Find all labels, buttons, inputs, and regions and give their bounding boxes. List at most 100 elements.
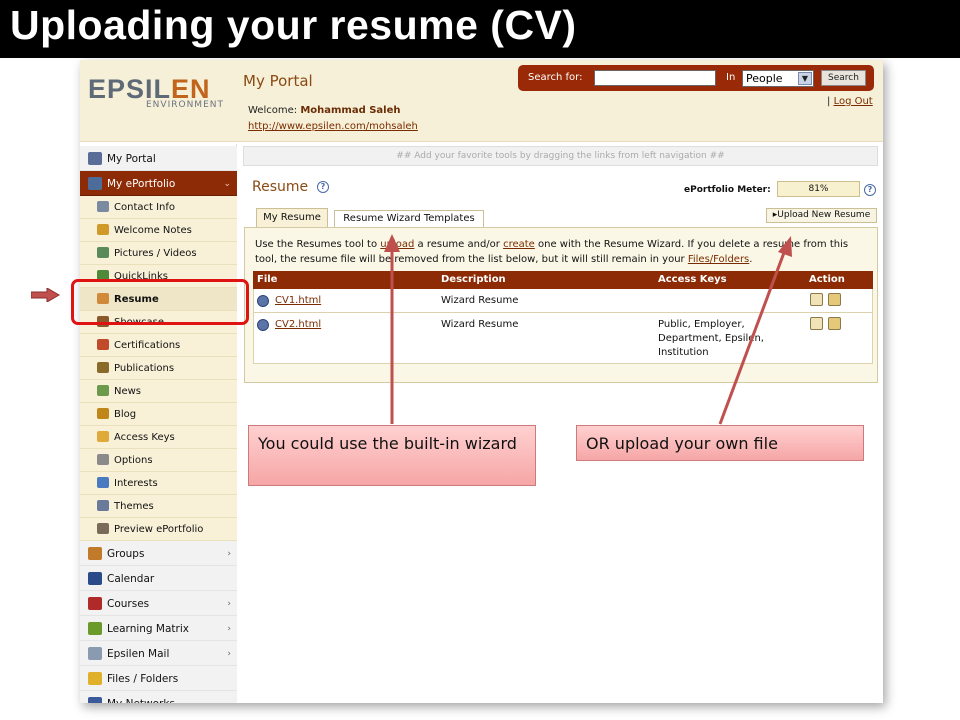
sidebar-item-label: Access Keys: [114, 432, 175, 443]
sidebar-item-blog[interactable]: Blog: [80, 403, 237, 426]
file-description: Wizard Resume: [441, 319, 519, 330]
upload-new-resume-button[interactable]: ▸Upload New Resume: [766, 208, 877, 223]
sidebar-item-my-portal[interactable]: My Portal: [80, 146, 237, 171]
resume-highlight-box: [71, 279, 249, 325]
sidebar-item-calendar[interactable]: Calendar: [80, 566, 237, 591]
tab-resume-wizard-templates[interactable]: Resume Wizard Templates: [334, 210, 484, 227]
file-link[interactable]: CV1.html: [275, 295, 321, 306]
sidebar-item-label: News: [114, 386, 142, 397]
sidebar-item-epsilen-mail[interactable]: Epsilen Mail ›: [80, 641, 237, 666]
chevron-down-icon: ▼: [798, 72, 812, 85]
courses-icon: [88, 597, 102, 610]
intro-text: Use the Resumes tool to upload a resume …: [255, 237, 865, 267]
callout-wizard: You could use the built-in wizard: [248, 425, 536, 486]
intro-text-2: a resume and/or: [414, 239, 504, 250]
meter-help-icon[interactable]: ?: [864, 184, 876, 196]
sidebar-item-contact-info[interactable]: Contact Info: [80, 196, 237, 219]
sidebar-item-publications[interactable]: Publications: [80, 357, 237, 380]
html-file-icon: [257, 319, 269, 331]
tab-my-resume[interactable]: My Resume: [256, 208, 328, 227]
epsilen-logo[interactable]: EPSILEN ENVIRONMENT: [88, 74, 223, 110]
intro-text-4: .: [749, 254, 753, 265]
blog-icon: [97, 408, 109, 419]
sidebar-item-label: Files / Folders: [107, 673, 179, 685]
eportfolio-meter-label: ePortfolio Meter:: [684, 185, 771, 195]
sidebar-item-learning-matrix[interactable]: Learning Matrix ›: [80, 616, 237, 641]
delete-icon[interactable]: [828, 293, 841, 306]
interests-icon: [97, 477, 109, 488]
my-networks-icon: [88, 697, 102, 703]
chevron-right-icon: ›: [227, 649, 231, 659]
options-icon: [97, 454, 109, 465]
upload-link[interactable]: upload: [380, 239, 414, 250]
sidebar-item-label: Calendar: [107, 573, 155, 585]
sidebar-item-pictures-videos[interactable]: Pictures / Videos: [80, 242, 237, 265]
search-button[interactable]: Search: [821, 70, 866, 86]
sidebar-item-label: Learning Matrix: [107, 623, 189, 635]
user-name: Mohammad Saleh: [300, 105, 401, 116]
column-header-action: Action: [809, 274, 845, 285]
sidebar-nav: My Portal My ePortfolio ⌄ Contact Info Welco…: [80, 144, 237, 703]
sidebar-item-welcome-notes[interactable]: Welcome Notes: [80, 219, 237, 242]
file-link[interactable]: CV2.html: [275, 319, 321, 330]
slide-title-bar: Uploading your resume (CV): [0, 0, 960, 58]
resume-table-header: File Description Access Keys Action: [253, 271, 873, 289]
sidebar-item-label: Welcome Notes: [114, 225, 192, 236]
favorite-tools-strip[interactable]: ## Add your favorite tools by dragging t…: [243, 146, 878, 166]
learning-matrix-icon: [88, 622, 102, 635]
edit-icon[interactable]: [810, 317, 823, 330]
sidebar-item-groups[interactable]: Groups ›: [80, 541, 237, 566]
logo-subtitle: ENVIRONMENT: [146, 100, 224, 110]
edit-icon[interactable]: [810, 293, 823, 306]
access-keys-icon: [97, 431, 109, 442]
welcome-text: Welcome: Mohammad Saleh: [248, 105, 401, 116]
sidebar-item-label: Courses: [107, 598, 150, 610]
sidebar-item-files-folders[interactable]: Files / Folders: [80, 666, 237, 691]
my-portal-icon: [88, 152, 102, 165]
sidebar-item-label: My Networks: [107, 698, 175, 703]
sidebar-item-interests[interactable]: Interests: [80, 472, 237, 495]
sidebar-item-courses[interactable]: Courses ›: [80, 591, 237, 616]
sidebar-item-label: Certifications: [114, 340, 181, 351]
sidebar-item-preview-eportfolio[interactable]: Preview ePortfolio: [80, 518, 237, 541]
files-folders-link[interactable]: Files/Folders: [688, 254, 749, 265]
preview-eportfolio-icon: [97, 523, 109, 534]
themes-icon: [97, 500, 109, 511]
contact-info-icon: [97, 201, 109, 212]
groups-icon: [88, 547, 102, 560]
sidebar-item-access-keys[interactable]: Access Keys: [80, 426, 237, 449]
sidebar-item-news[interactable]: News: [80, 380, 237, 403]
create-link[interactable]: create: [503, 239, 535, 250]
search-scope-value: People: [746, 72, 783, 85]
sidebar-item-label: My ePortfolio: [107, 178, 176, 190]
welcome-notes-icon: [97, 224, 109, 235]
sidebar-item-my-networks[interactable]: My Networks: [80, 691, 237, 703]
sidebar-item-label: Options: [114, 455, 153, 466]
sidebar-item-themes[interactable]: Themes: [80, 495, 237, 518]
help-icon[interactable]: ?: [317, 181, 329, 193]
resume-panel: Use the Resumes tool to upload a resume …: [244, 227, 878, 383]
calendar-icon: [88, 572, 102, 585]
table-row: CV2.html Wizard Resume Public, Employer,…: [253, 313, 873, 364]
sidebar-item-label: Pictures / Videos: [114, 248, 197, 259]
sidebar-item-label: Blog: [114, 409, 137, 420]
pointer-arrow-icon: [31, 288, 60, 302]
section-title: Resume: [252, 179, 309, 195]
search-scope-select[interactable]: People ▼: [742, 70, 814, 87]
search-input[interactable]: [594, 70, 716, 86]
app-header: EPSILEN ENVIRONMENT My Portal Welcome: M…: [80, 60, 883, 142]
my-eportfolio-icon: [88, 177, 102, 190]
html-file-icon: [257, 295, 269, 307]
publications-icon: [97, 362, 109, 373]
logout-link[interactable]: Log Out: [834, 96, 873, 107]
sidebar-item-label: Preview ePortfolio: [114, 524, 204, 535]
chevron-right-icon: ›: [227, 599, 231, 609]
sidebar-item-options[interactable]: Options: [80, 449, 237, 472]
user-url-link[interactable]: http://www.epsilen.com/mohsaleh: [248, 121, 418, 132]
screenshot-frame: EPSILEN ENVIRONMENT My Portal Welcome: M…: [80, 60, 883, 703]
sidebar-item-my-eportfolio[interactable]: My ePortfolio ⌄: [80, 171, 237, 196]
search-label: Search for:: [528, 72, 583, 83]
chevron-down-icon: ⌄: [223, 179, 231, 189]
delete-icon[interactable]: [828, 317, 841, 330]
sidebar-item-certifications[interactable]: Certifications: [80, 334, 237, 357]
